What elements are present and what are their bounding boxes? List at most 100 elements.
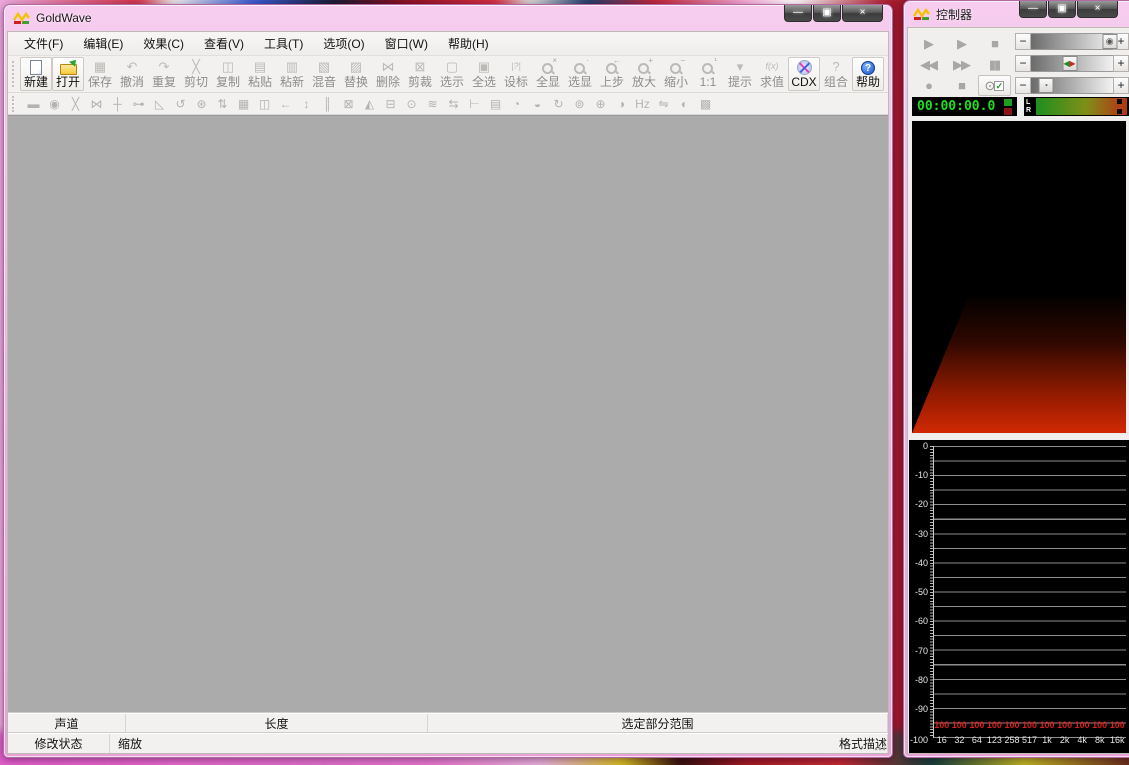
group-button[interactable]: ? 组合: [820, 57, 852, 91]
effect-icon[interactable]: ⊠: [341, 94, 356, 114]
effect-icon[interactable]: ║: [320, 94, 335, 114]
menu-effects[interactable]: 效果(C): [133, 31, 194, 56]
hints-button[interactable]: ▾ 提示: [724, 57, 756, 91]
minimize-button[interactable]: —: [1019, 1, 1047, 18]
evaluate-button[interactable]: f(x) 求值: [756, 57, 788, 91]
new-button[interactable]: 新建: [20, 57, 52, 91]
delete-button[interactable]: ⋈ 删除: [372, 57, 404, 91]
menu-options[interactable]: 选项(O): [313, 31, 374, 56]
effect-icon[interactable]: ⊛: [194, 94, 209, 114]
effect-icon[interactable]: ⋈: [89, 94, 104, 114]
record-button[interactable]: ●: [912, 75, 945, 96]
play-selection-button[interactable]: ▶: [945, 33, 978, 54]
toolbar-grip[interactable]: [12, 61, 16, 87]
effect-icon[interactable]: ↻: [551, 94, 566, 114]
show-selection-zoom-button[interactable]: · 选显: [564, 57, 596, 91]
select-all-button[interactable]: ▣ 全选: [468, 57, 500, 91]
pause-button[interactable]: ▮▮: [978, 54, 1011, 75]
undo-button[interactable]: ↶ 撤消: [116, 57, 148, 91]
slider-thumb[interactable]: [1038, 78, 1053, 93]
effect-icon[interactable]: ◐: [677, 94, 692, 114]
effect-icon[interactable]: ⇆: [446, 94, 461, 114]
show-selection-button[interactable]: ▢ 选示: [436, 57, 468, 91]
effect-icon[interactable]: ↺: [173, 94, 188, 114]
paste-button[interactable]: ▤ 粘贴: [244, 57, 276, 91]
slider-plus-button[interactable]: +: [1113, 55, 1129, 72]
cdx-button[interactable]: CDX: [788, 57, 820, 91]
effect-icon[interactable]: ≋: [425, 94, 440, 114]
paste-new-button[interactable]: ▥ 粘新: [276, 57, 308, 91]
save-button[interactable]: ▦ 保存: [84, 57, 116, 91]
slider-plus-button[interactable]: +: [1113, 77, 1129, 94]
effect-icon[interactable]: ▩: [698, 94, 713, 114]
controller-titlebar[interactable]: 控制器 — ▣ ×: [904, 1, 1129, 27]
effect-icon[interactable]: ◫: [257, 94, 272, 114]
menu-window[interactable]: 窗口(W): [375, 31, 438, 56]
fast-forward-button[interactable]: ▶▶: [945, 54, 978, 75]
effect-icon[interactable]: ⇋: [656, 94, 671, 114]
slider-minus-button[interactable]: −: [1015, 77, 1031, 94]
effect-icon[interactable]: ←: [278, 94, 293, 114]
cut-button[interactable]: ╳ 剪切: [180, 57, 212, 91]
trim-button[interactable]: ⊠ 剪裁: [404, 57, 436, 91]
slider-track[interactable]: [1031, 33, 1113, 50]
effect-icon[interactable]: ◔: [509, 94, 524, 114]
replace-button[interactable]: ▨ 替换: [340, 57, 372, 91]
effect-icon[interactable]: ▬: [26, 94, 41, 114]
zoom-in-button[interactable]: + 放大: [628, 57, 660, 91]
effect-icon[interactable]: ▤: [488, 94, 503, 114]
menu-edit[interactable]: 编辑(E): [73, 31, 133, 56]
effect-icon[interactable]: ◺: [152, 94, 167, 114]
slider-minus-button[interactable]: −: [1015, 33, 1031, 50]
rewind-button[interactable]: ◀◀: [912, 54, 945, 75]
slider-thumb[interactable]: [1102, 34, 1117, 49]
stop-button[interactable]: ■: [978, 33, 1011, 54]
effect-icon[interactable]: ◑: [614, 94, 629, 114]
toolbar-grip[interactable]: [12, 96, 16, 112]
effect-icon[interactable]: ╳: [68, 94, 83, 114]
show-all-button[interactable]: × 全显: [532, 57, 564, 91]
effect-icon[interactable]: ◒: [530, 94, 545, 114]
effect-icon[interactable]: ▦: [236, 94, 251, 114]
maximize-button[interactable]: ▣: [813, 5, 841, 22]
record-mode-button[interactable]: ⊙✓: [978, 75, 1011, 96]
slider-track[interactable]: [1031, 77, 1113, 94]
effect-icon[interactable]: ↕: [299, 94, 314, 114]
resize-grip[interactable]: [874, 739, 886, 751]
effect-icon[interactable]: ⊕: [593, 94, 608, 114]
copy-button[interactable]: ◫ 复制: [212, 57, 244, 91]
play-button[interactable]: ▶: [912, 33, 945, 54]
workspace-empty-area[interactable]: [8, 115, 888, 713]
slider-thumb[interactable]: [1062, 56, 1077, 71]
zoom-out-button[interactable]: − 缩小: [660, 57, 692, 91]
mix-button[interactable]: ▧ 混音: [308, 57, 340, 91]
menu-help[interactable]: 帮助(H): [438, 31, 499, 56]
menu-file[interactable]: 文件(F): [14, 31, 73, 56]
previous-zoom-button[interactable]: ← 上步: [596, 57, 628, 91]
effect-icon[interactable]: ⊚: [572, 94, 587, 114]
record-stop-button[interactable]: ■: [945, 75, 978, 96]
effect-icon[interactable]: ◉: [47, 94, 62, 114]
close-button[interactable]: ×: [842, 5, 883, 22]
maximize-button[interactable]: ▣: [1048, 1, 1076, 18]
zoom-1-1-button[interactable]: ¹ 1:1: [692, 57, 724, 91]
effect-icon[interactable]: ⊟: [383, 94, 398, 114]
open-button[interactable]: 打开: [52, 57, 84, 91]
help-button[interactable]: ? 帮助: [852, 57, 884, 91]
close-button[interactable]: ×: [1077, 1, 1118, 18]
spectrum-analyzer[interactable]: 0-10-20-30-40-50-60-70-80-90 -100 100100…: [909, 440, 1129, 754]
minimize-button[interactable]: —: [784, 5, 812, 22]
set-marker-button[interactable]: |?| 设标: [500, 57, 532, 91]
effect-icon[interactable]: ⇅: [215, 94, 230, 114]
effect-icon[interactable]: ⊶: [131, 94, 146, 114]
slider-track[interactable]: [1031, 55, 1113, 72]
slider-minus-button[interactable]: −: [1015, 55, 1031, 72]
redo-button[interactable]: ↷ 重复: [148, 57, 180, 91]
visualization-display[interactable]: [911, 120, 1127, 434]
effect-icon[interactable]: ⊙: [404, 94, 419, 114]
menu-tools[interactable]: 工具(T): [254, 31, 313, 56]
effect-icon[interactable]: ◭: [362, 94, 377, 114]
effect-icon[interactable]: ┼: [110, 94, 125, 114]
menu-view[interactable]: 查看(V): [194, 31, 254, 56]
effect-icon[interactable]: Hz: [635, 94, 650, 114]
